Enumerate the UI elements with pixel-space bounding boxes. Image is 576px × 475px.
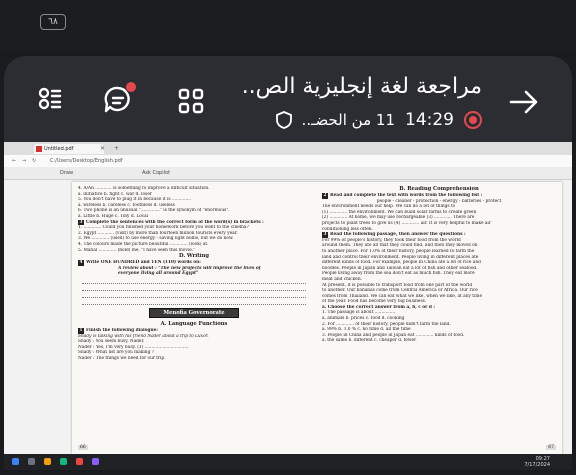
forward-icon[interactable]: →	[22, 155, 26, 167]
url-text: C:/Users/Desktop/English.pdf	[50, 158, 123, 164]
answer-line	[82, 298, 306, 305]
reading-heading: B. Reading Comprehension	[399, 186, 479, 192]
answer-line	[82, 284, 306, 291]
recording-icon	[464, 111, 482, 129]
people-icon[interactable]	[34, 84, 64, 114]
new-tab-icon[interactable]: +	[114, 145, 119, 152]
writing-prompt: 4 Write ONE HUNDRED and TEN (110) words o…	[78, 260, 201, 266]
meeting-duration: 14:29	[405, 110, 454, 130]
writing-heading: D. Writing	[179, 253, 209, 260]
start-icon[interactable]	[12, 458, 19, 465]
participants-count: 11 من الحضـ..	[301, 111, 395, 129]
shared-screen: Untitled.pdf ✕ + ← → ↻ C:/Users/Desktop/…	[4, 142, 572, 470]
app-icon[interactable]	[92, 458, 99, 465]
ask-copilot-button[interactable]: Ask Copilot	[142, 167, 170, 179]
chat-icon[interactable]	[102, 82, 136, 116]
pdf-toolbar: Draw Ask Copilot	[4, 167, 572, 180]
clock-date: 7/17/2024	[524, 462, 550, 468]
tab-title: Untitled.pdf	[44, 146, 74, 152]
status-strip: ٦٨	[0, 0, 576, 52]
writing-topic: A review about : "The new projects will …	[118, 265, 261, 277]
draw-button[interactable]: Draw	[60, 167, 73, 179]
folder-icon[interactable]	[44, 458, 51, 465]
language-functions-heading: A. Language Functions	[160, 320, 228, 327]
edge-icon[interactable]	[60, 458, 67, 465]
tab-count-badge[interactable]: ٦٨	[40, 14, 66, 30]
browser-tab-strip: Untitled.pdf ✕ +	[4, 142, 572, 155]
unread-dot	[126, 82, 136, 92]
page-number-right: 67	[546, 445, 556, 450]
answer-line	[82, 277, 306, 284]
left-column: 4. A/An ............ is something to imp…	[78, 186, 310, 361]
page-number-left: 66	[78, 445, 88, 450]
pdf-icon	[36, 146, 42, 152]
bottom-strip	[0, 470, 576, 475]
shield-icon	[275, 111, 292, 129]
pdf-app-icon[interactable]	[76, 458, 83, 465]
close-icon[interactable]: ✕	[100, 145, 105, 152]
meeting-status: 14:29 11 من الحضـ..	[275, 108, 482, 132]
choice-line: a. the same b. different c. cheaper d. f…	[322, 338, 417, 344]
meeting-title: مراجعة لغة إنجليزية الص..	[241, 74, 482, 99]
search-icon[interactable]	[28, 458, 35, 465]
dialogue-line: Nader : The things we need for our trip.	[78, 355, 166, 361]
taskbar: 09:27 7/17/2024	[4, 454, 572, 470]
pdf-page: 4. A/An ............ is something to imp…	[72, 182, 562, 454]
governorate-banner: Menofia Governorate	[149, 307, 239, 318]
answer-line	[82, 291, 306, 298]
refresh-icon[interactable]: ↻	[32, 155, 36, 167]
arrow-forward-icon[interactable]	[506, 86, 542, 118]
right-column: B. Reading Comprehension 2 Read and compl…	[322, 186, 556, 344]
more-apps-icon[interactable]	[176, 86, 206, 116]
back-icon[interactable]: ←	[12, 155, 16, 167]
taskbar-clock: 09:27 7/17/2024	[524, 456, 550, 468]
browser-tab[interactable]: Untitled.pdf	[34, 144, 104, 154]
